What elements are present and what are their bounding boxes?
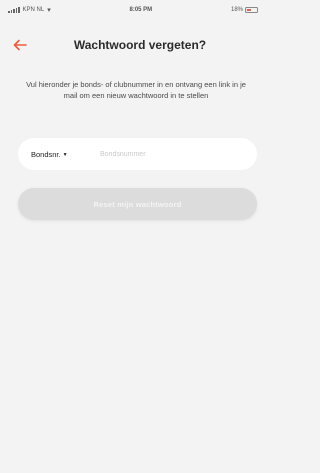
member-number-input[interactable] [98,138,257,170]
signal-icon [8,7,20,13]
status-right: 18% [231,7,258,13]
status-time: 8:05 PM [129,7,153,13]
caret-down-icon: ▼ [62,151,68,158]
member-number-field: Bondsnr. ▼ [18,138,257,170]
wifi-icon: ▾ [47,6,51,14]
nav-bar: Wachtwoord vergeten? [0,33,266,57]
back-button[interactable] [10,35,30,55]
page-title: Wachtwoord vergeten? [73,38,207,52]
id-type-value: Bondsnr. [31,149,61,159]
carrier-label: KPN NL [22,7,45,13]
status-left: KPN NL ▾ [8,7,51,14]
reset-password-button[interactable]: Reset mijn wachtwoord [18,188,257,220]
battery-icon [245,7,258,13]
status-bar: KPN NL ▾ 8:05 PM 18% [0,0,266,20]
battery-percent: 18% [230,7,243,13]
arrow-left-icon [13,39,27,51]
instructions-text: Vul hieronder je bonds- of clubnummer in… [26,80,246,100]
id-type-select[interactable]: Bondsnr. ▼ [18,138,98,170]
